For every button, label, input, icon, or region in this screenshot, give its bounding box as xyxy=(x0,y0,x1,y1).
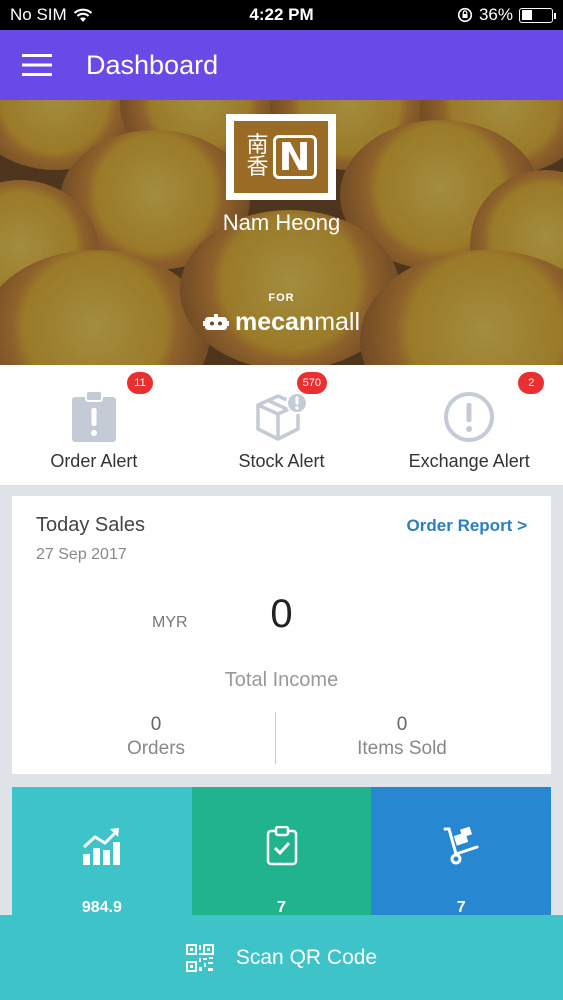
orders-count: 0 xyxy=(150,714,162,735)
today-sales-title: Today Sales xyxy=(36,514,145,536)
orders-stat: 0 Orders xyxy=(24,714,288,760)
status-right: 36% xyxy=(457,5,556,25)
stock-alert-badge: 570 xyxy=(296,372,328,394)
orders-tile[interactable]: 7 xyxy=(191,787,372,917)
carrier-label: No SIM xyxy=(10,5,67,24)
items-sold-count: 0 xyxy=(396,714,408,735)
hand-truck-icon xyxy=(443,826,479,865)
clipboard-alert-icon xyxy=(71,391,116,442)
order-alert-badge: 11 xyxy=(127,372,153,394)
mecanmall-brand: mecanmall xyxy=(0,308,563,337)
alert-row: 11 Order Alert 570 Stock Alert 2 Exchang… xyxy=(0,365,563,485)
store-logo: 南香 N xyxy=(226,114,336,200)
rotation-lock-icon xyxy=(457,7,473,23)
brand-prefix: mecan xyxy=(234,308,315,336)
store-banner: 南香 N Nam Heong FOR mecanmall xyxy=(0,100,563,365)
order-report-link[interactable]: Order Report > xyxy=(407,516,527,536)
logo-n-mark: N xyxy=(272,135,317,179)
app-header: Dashboard xyxy=(0,30,563,100)
status-bar: No SIM 4:22 PM 36% xyxy=(0,0,563,30)
scan-qr-button[interactable]: Scan QR Code xyxy=(0,915,563,1000)
robot-icon xyxy=(202,313,229,330)
for-label: FOR xyxy=(268,292,295,304)
total-income-label: Total Income xyxy=(224,669,339,691)
status-left: No SIM xyxy=(10,5,93,25)
growth-chart-icon xyxy=(82,828,120,865)
logo-chinese-text: 南香 xyxy=(246,133,269,180)
wifi-icon xyxy=(73,8,92,22)
exchange-alert-badge: 2 xyxy=(518,372,545,394)
stock-alert-button[interactable]: 570 Stock Alert xyxy=(188,365,376,485)
order-alert-label: Order Alert xyxy=(50,451,138,471)
exchange-alert-button[interactable]: 2 Exchange Alert xyxy=(375,365,563,485)
sales-date: 27 Sep 2017 xyxy=(36,546,127,563)
exclamation-circle-icon xyxy=(444,392,495,442)
battery-percent: 36% xyxy=(478,5,513,24)
page-title: Dashboard xyxy=(86,49,219,80)
battery-icon xyxy=(519,7,556,23)
delivery-tile[interactable]: 7 xyxy=(371,787,552,917)
clipboard-check-icon xyxy=(266,826,297,866)
items-sold-label: Items Sold xyxy=(357,738,447,759)
orders-label: Orders xyxy=(126,738,186,759)
today-sales-card: Today Sales 27 Sep 2017 Order Report > M… xyxy=(12,496,551,774)
hamburger-menu-icon[interactable] xyxy=(0,30,74,100)
total-income-value: 0 xyxy=(270,592,293,636)
sales-tile[interactable]: 984.9 xyxy=(12,787,192,917)
box-alert-icon xyxy=(255,392,308,441)
items-sold-stat: 0 Items Sold xyxy=(270,714,534,760)
stock-alert-label: Stock Alert xyxy=(238,451,325,471)
order-alert-button[interactable]: 11 Order Alert xyxy=(0,365,188,485)
scan-qr-label: Scan QR Code xyxy=(235,945,378,969)
exchange-alert-label: Exchange Alert xyxy=(408,451,530,471)
summary-tiles: 984.9 7 7 xyxy=(12,787,552,917)
qr-code-icon xyxy=(185,943,214,972)
brand-suffix: mall xyxy=(314,308,361,336)
store-name: Nam Heong xyxy=(222,210,341,235)
